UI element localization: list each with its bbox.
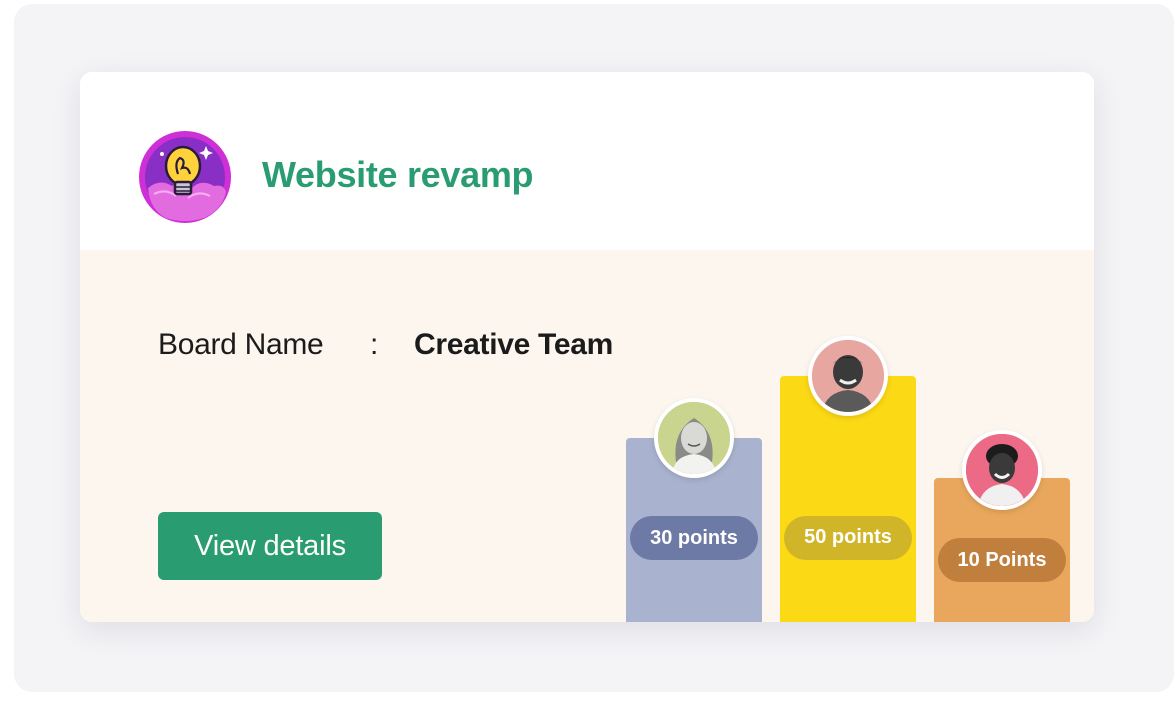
board-name-value: Creative Team — [414, 328, 613, 361]
points-badge: 10 Points — [938, 538, 1066, 582]
points-badge: 50 points — [784, 516, 912, 560]
project-card: Website revamp Board Name : Creative Tea… — [80, 72, 1094, 622]
avatar — [808, 336, 888, 416]
avatar — [962, 430, 1042, 510]
card-body: Board Name : Creative Team View details … — [80, 250, 1094, 622]
board-name-separator: : — [370, 328, 379, 361]
points-badge: 30 points — [630, 516, 758, 560]
lightbulb-badge-icon — [138, 130, 232, 224]
project-title: Website revamp — [262, 154, 534, 195]
view-details-button[interactable]: View details — [158, 512, 382, 580]
card-header: Website revamp — [80, 72, 1094, 250]
board-name-label: Board Name — [158, 328, 324, 361]
avatar — [654, 398, 734, 478]
